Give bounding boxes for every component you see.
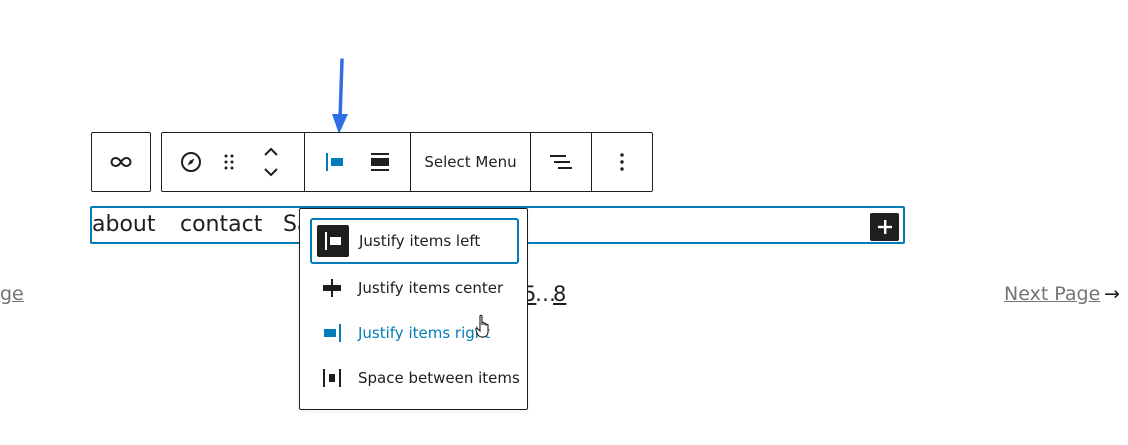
more-vertical-icon xyxy=(620,153,624,171)
align-icon xyxy=(371,153,389,171)
hand-cursor-icon xyxy=(475,314,489,338)
justify-center-option[interactable]: Justify items center xyxy=(310,265,519,311)
justification-dropdown: Justify items left Justify items center … xyxy=(299,208,528,410)
justify-button[interactable] xyxy=(314,133,356,191)
toolbar-group-link xyxy=(91,132,151,192)
select-menu-button[interactable]: Select Menu xyxy=(411,133,530,191)
nav-item-about[interactable]: about xyxy=(92,212,155,237)
select-menu-label: Select Menu xyxy=(424,153,517,171)
plus-icon xyxy=(877,220,892,234)
justify-space-between-icon xyxy=(316,362,348,394)
navigation-button[interactable] xyxy=(172,133,210,191)
align-button[interactable] xyxy=(360,133,400,191)
move-buttons[interactable] xyxy=(254,133,288,191)
list-view-button[interactable] xyxy=(531,133,591,191)
justify-left-icon xyxy=(317,225,349,257)
list-view-icon xyxy=(550,155,572,169)
previous-page-link[interactable]: ge xyxy=(0,283,24,305)
justify-right-label: Justify items right xyxy=(358,324,491,342)
page-number-8[interactable]: 8 xyxy=(553,282,566,306)
nav-item-contact[interactable]: contact xyxy=(180,212,262,237)
justify-center-label: Justify items center xyxy=(358,279,504,297)
link-icon xyxy=(110,156,132,168)
next-page-link[interactable]: Next Page xyxy=(1004,283,1100,305)
justify-left-icon xyxy=(326,153,343,171)
toolbar-main: Select Menu xyxy=(161,132,653,192)
justify-right-icon xyxy=(316,317,348,349)
drag-handle[interactable] xyxy=(212,133,246,191)
compass-icon xyxy=(181,152,201,172)
add-block-button[interactable] xyxy=(870,213,899,241)
next-arrow-icon: → xyxy=(1104,283,1120,305)
space-between-label: Space between items xyxy=(358,369,520,387)
justify-left-option[interactable]: Justify items left xyxy=(310,218,519,264)
chevron-up-down-icon xyxy=(264,147,278,177)
space-between-option[interactable]: Space between items xyxy=(310,355,520,401)
more-options-button[interactable] xyxy=(592,133,652,191)
link-button[interactable] xyxy=(92,133,150,191)
toolbar-separator xyxy=(304,133,305,191)
justify-left-label: Justify items left xyxy=(359,232,481,250)
justify-center-icon xyxy=(316,272,348,304)
annotation-arrow xyxy=(332,58,348,134)
drag-handle-icon xyxy=(224,154,234,170)
